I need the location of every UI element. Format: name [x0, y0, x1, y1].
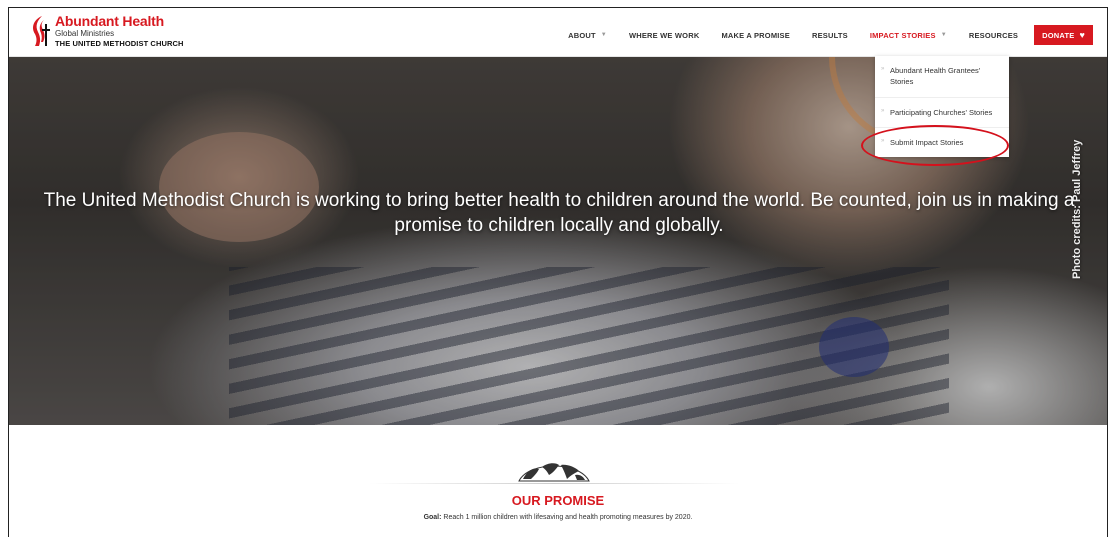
dropdown-item-churches-stories[interactable]: » Participating Churches' Stories [875, 98, 1009, 128]
site-logo[interactable]: Abundant Health Global Ministries THE UN… [29, 14, 184, 48]
donate-button[interactable]: DONATE ♥ [1034, 25, 1093, 45]
annotation-highlight-circle [861, 125, 1009, 166]
main-nav: ABOUT ▼ WHERE WE WORK MAKE A PROMISE RES… [546, 25, 1093, 45]
heart-icon: ♥ [1079, 30, 1085, 40]
promise-section: OUR PROMISE Goal: Reach 1 million childr… [9, 425, 1107, 537]
cross-flame-icon [29, 14, 51, 48]
nav-promise-label: MAKE A PROMISE [721, 30, 790, 40]
goal-text: Reach 1 million children with lifesaving… [441, 514, 693, 521]
logo-subtitle: Global Ministries [55, 29, 115, 38]
bullet-icon: » [881, 66, 885, 72]
nav-where-label: WHERE WE WORK [628, 30, 700, 40]
nav-impact-stories[interactable]: IMPACT STORIES ▼ [870, 31, 947, 40]
promise-title: OUR PROMISE [511, 493, 605, 508]
goal-label: Goal: [423, 514, 442, 521]
nav-results[interactable]: RESULTS [812, 31, 848, 40]
nav-resources-label: RESOURCES [968, 30, 1019, 40]
dropdown-item-label: Participating Churches' Stories [890, 107, 993, 117]
chevron-down-icon: ▼ [940, 32, 947, 38]
donate-label: DONATE [1042, 30, 1075, 40]
globe-icon [509, 453, 599, 483]
promise-goal: Goal: Reach 1 million children with life… [9, 514, 1107, 521]
nav-resources[interactable]: RESOURCES [969, 31, 1018, 40]
nav-make-a-promise[interactable]: MAKE A PROMISE [721, 31, 790, 40]
site-header: Abundant Health Global Ministries THE UN… [9, 8, 1107, 57]
logo-brand-name: Abundant Health [55, 13, 164, 29]
browser-viewport: Abundant Health Global Ministries THE UN… [8, 7, 1108, 537]
dropdown-item-label: Abundant Health Grantees' Stories [890, 66, 981, 87]
bullet-icon: » [881, 107, 885, 114]
nav-about[interactable]: ABOUT ▼ [568, 31, 607, 40]
nav-about-label: ABOUT [568, 30, 596, 40]
nav-where-we-work[interactable]: WHERE WE WORK [629, 31, 700, 40]
dropdown-item-grantees-stories[interactable]: » Abundant Health Grantees' Stories [875, 56, 1009, 98]
hero-headline: The United Methodist Church is working t… [43, 190, 1075, 236]
nav-results-label: RESULTS [811, 30, 848, 40]
chevron-down-icon: ▼ [600, 32, 607, 38]
nav-impact-label: IMPACT STORIES [869, 30, 936, 40]
logo-church-name: THE UNITED METHODIST CHURCH [55, 39, 184, 48]
photo-credit: Photo credits: Paul Jeffrey [1071, 139, 1083, 279]
section-divider [369, 483, 739, 484]
